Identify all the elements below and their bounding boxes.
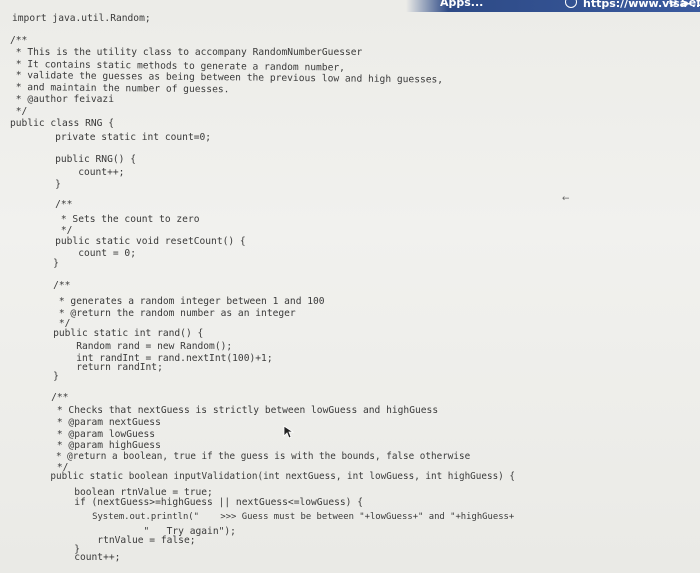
code-line: } — [32, 179, 61, 190]
photo-of-screen: Apps... https://www.visa-... ⚙ Set import… — [0, 0, 700, 573]
code-line: public static boolean inputValidation(in… — [28, 471, 515, 482]
code-line: * @param lowGuess — [28, 429, 156, 440]
code-line: * generates a random integer between 1 a… — [30, 296, 325, 307]
code-line: System.out.println(" >>> Guess must be b… — [28, 512, 515, 522]
code-line: count++; — [32, 167, 125, 178]
code-editor: import java.util.Random; /** * This is t… — [0, 0, 700, 573]
code-line: * Checks that nextGuess is strictly betw… — [28, 405, 439, 416]
stray-mark: ← — [562, 194, 570, 204]
code-line: /** — [32, 199, 73, 210]
code-line: * @param nextGuess — [28, 417, 161, 428]
code-line: public RNG() { — [32, 154, 136, 165]
code-line: /** — [28, 392, 69, 403]
code-line: * @param highGuess — [28, 440, 161, 451]
code-line: if (nextGuess>=highGuess || nextGuess<=l… — [28, 497, 364, 508]
code-line: * @return a boolean, true if the guess i… — [28, 451, 471, 462]
code-line: public static void resetCount() { — [32, 236, 246, 247]
code-line: */ — [10, 106, 28, 117]
code-line: * @author feivazi — [10, 94, 114, 105]
code-line: /** — [10, 35, 28, 46]
code-line: } — [30, 371, 59, 382]
code-line: */ — [32, 225, 73, 236]
code-line: import java.util.Random; — [12, 13, 151, 24]
code-line: Random rand = new Random(); — [30, 341, 233, 352]
mouse-pointer-icon — [283, 425, 295, 439]
code-line: public static int rand() { — [30, 328, 204, 339]
code-line: /** — [30, 280, 71, 291]
code-line: } — [30, 258, 59, 269]
code-line: count++; — [28, 552, 121, 563]
code-line: * Sets the count to zero — [32, 214, 200, 225]
code-line: * This is the utility class to accompany… — [10, 47, 363, 58]
code-line: public class RNG { — [10, 118, 114, 129]
code-line: private static int count=0; — [32, 132, 212, 143]
